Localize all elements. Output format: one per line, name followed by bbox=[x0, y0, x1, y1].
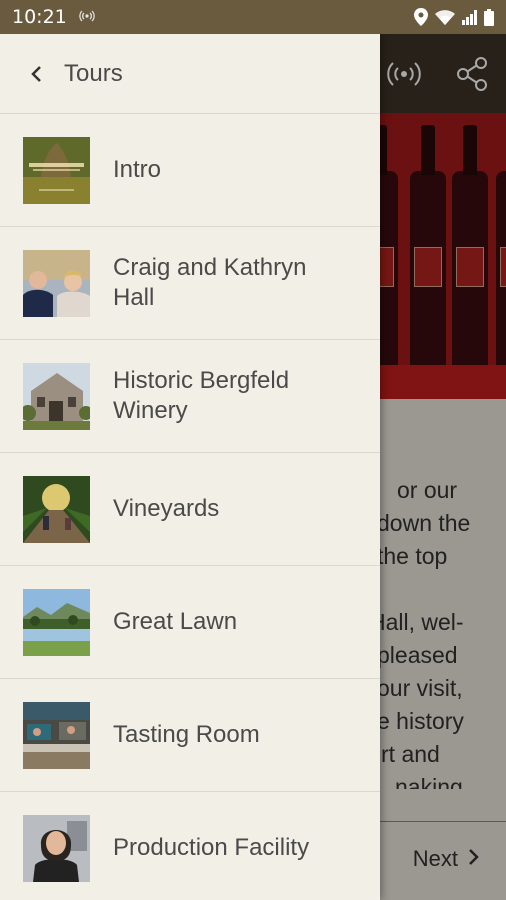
tour-item-craig-and-kathryn-hall[interactable]: Craig and Kathryn Hall bbox=[0, 227, 380, 340]
location-icon bbox=[414, 8, 428, 26]
tour-item-label: Intro bbox=[113, 156, 162, 183]
lawn-thumbnail bbox=[23, 588, 90, 656]
tour-item-historic-bergfeld-winery[interactable]: Historic Bergfeld Winery bbox=[0, 340, 380, 453]
tour-item-label: Vineyards bbox=[113, 495, 220, 522]
tour-item-tasting-room[interactable]: Tasting Room bbox=[0, 679, 380, 792]
tour-item-label: Craig and Kathryn Hall bbox=[113, 254, 307, 311]
tour-item-label: Historic Bergfeld Winery bbox=[113, 367, 290, 424]
vineyard-thumbnail bbox=[23, 475, 90, 543]
status-icons bbox=[414, 8, 494, 26]
owners-thumbnail bbox=[23, 249, 90, 317]
wifi-icon bbox=[434, 9, 456, 25]
navigation-drawer: Tours Intro Craig and Kathryn Hall Histo… bbox=[0, 34, 380, 900]
drawer-header[interactable]: Tours bbox=[0, 34, 380, 114]
chevron-left-icon[interactable] bbox=[30, 64, 50, 84]
tour-item-intro[interactable]: Intro bbox=[0, 114, 380, 227]
tour-item-great-lawn[interactable]: Great Lawn bbox=[0, 566, 380, 679]
tour-item-label: Great Lawn bbox=[113, 608, 238, 635]
drawer-title: Tours bbox=[64, 59, 123, 87]
intro-thumbnail bbox=[23, 136, 90, 204]
status-bar: 10:21 bbox=[0, 0, 506, 34]
tour-item-label: Production Facility bbox=[113, 834, 310, 861]
tour-item-vineyards[interactable]: Vineyards bbox=[0, 453, 380, 566]
battery-icon bbox=[484, 8, 494, 26]
stone-building-thumbnail bbox=[23, 362, 90, 430]
broadcast-icon bbox=[79, 10, 95, 25]
tour-item-production-facility[interactable]: Production Facility bbox=[0, 792, 380, 900]
tour-item-label: Tasting Room bbox=[113, 721, 260, 748]
person-portrait-thumbnail bbox=[23, 814, 90, 882]
status-time: 10:21 bbox=[12, 6, 67, 28]
tasting-room-thumbnail bbox=[23, 701, 90, 769]
signal-icon bbox=[462, 9, 478, 25]
